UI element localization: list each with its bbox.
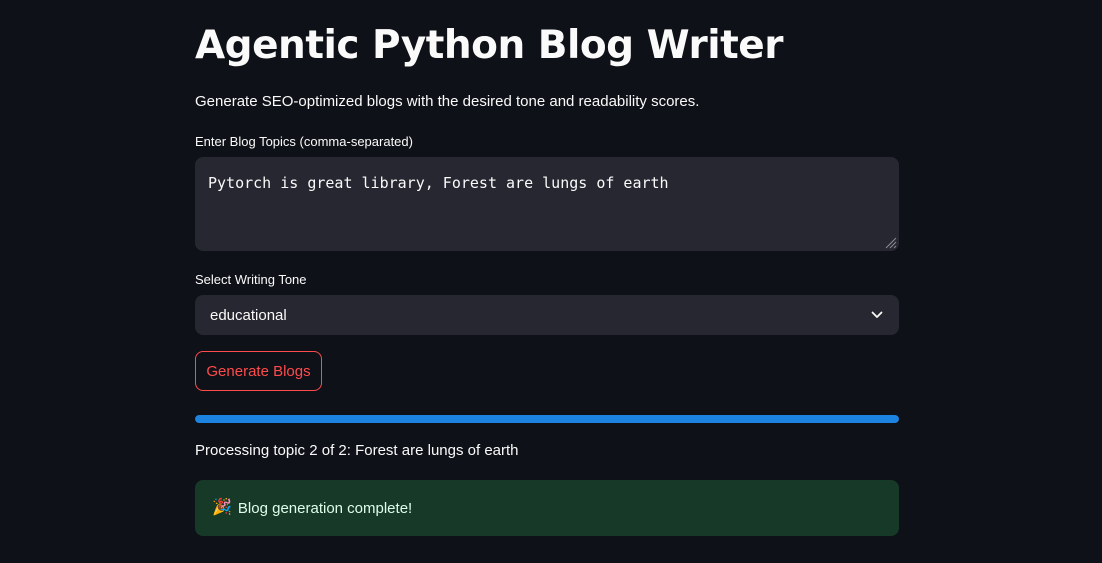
success-alert: 🎉 Blog generation complete! [195,480,899,536]
page-title: Agentic Python Blog Writer [195,23,783,68]
party-popper-icon: 🎉 [212,499,232,516]
progress-bar [195,415,899,423]
generate-blogs-button[interactable]: Generate Blogs [195,351,322,391]
progress-status-text: Processing topic 2 of 2: Forest are lung… [195,442,519,459]
resize-grip-icon[interactable] [881,233,897,249]
app-root: Agentic Python Blog Writer Generate SEO-… [0,0,1102,563]
tone-select[interactable]: educational [195,295,899,335]
tone-select-value: educational [210,306,287,324]
page-subtitle: Generate SEO-optimized blogs with the de… [195,93,700,110]
success-alert-message: Blog generation complete! [237,499,413,517]
chevron-down-icon [870,308,884,322]
topics-label: Enter Blog Topics (comma-separated) [195,134,413,149]
tone-label: Select Writing Tone [195,272,307,287]
progress-bar-fill [195,415,899,423]
topics-input[interactable]: Pytorch is great library, Forest are lun… [195,157,899,251]
topics-field-wrapper: Pytorch is great library, Forest are lun… [195,157,899,251]
